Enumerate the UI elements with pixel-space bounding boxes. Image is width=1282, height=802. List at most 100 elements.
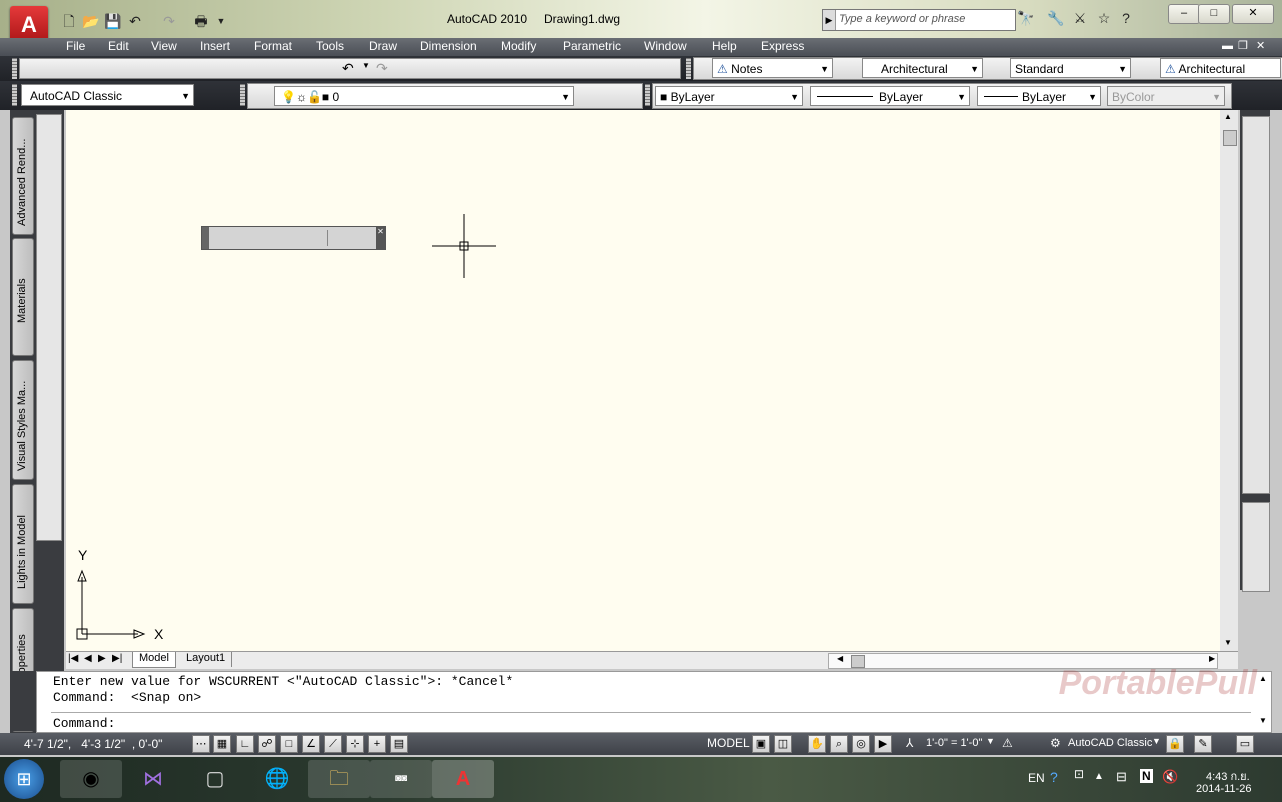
- showmotion-icon[interactable]: ▶: [874, 735, 892, 753]
- favorites-star-icon[interactable]: ☆: [1094, 10, 1114, 28]
- visual-studio-taskbar-icon[interactable]: ⋈: [122, 760, 184, 798]
- clock-date[interactable]: 2014-11-26: [1196, 783, 1251, 795]
- object-snap-icon[interactable]: □: [280, 735, 298, 753]
- start-button[interactable]: ⊞: [4, 759, 44, 799]
- doc-restore-button[interactable]: ❐: [1238, 38, 1248, 56]
- ortho-mode-icon[interactable]: ∟: [236, 735, 254, 753]
- menu-tools[interactable]: Tools: [316, 38, 344, 56]
- toolbar-grip[interactable]: [686, 58, 691, 79]
- media-app-taskbar-icon[interactable]: ◙◙: [370, 760, 432, 798]
- layer-select[interactable]: 💡☼🔓■ 0 ▼: [274, 86, 574, 106]
- subscription-center-icon[interactable]: 🔧: [1046, 10, 1066, 28]
- workspace-status[interactable]: AutoCAD Classic: [1068, 737, 1152, 749]
- polar-tracking-icon[interactable]: ☍: [258, 735, 276, 753]
- language-indicator[interactable]: EN: [1028, 771, 1045, 785]
- coordinates-display[interactable]: 4'-7 1/2", 4'-3 1/2" , 0'-0": [24, 737, 162, 751]
- linetype-select[interactable]: ByLayer ▼: [810, 86, 970, 106]
- minimize-button[interactable]: –: [1168, 4, 1200, 24]
- palette-titlebar[interactable]: [36, 114, 62, 541]
- autocad-taskbar-icon[interactable]: A: [432, 760, 494, 798]
- toolbar-grip[interactable]: [12, 84, 17, 106]
- tab-visual-styles[interactable]: Visual Styles Ma...: [12, 360, 34, 480]
- toolbar-grip[interactable]: [240, 84, 245, 106]
- chevron-down-icon[interactable]: ▼: [986, 736, 995, 746]
- tab-advanced-render[interactable]: Advanced Rend...: [12, 117, 34, 235]
- clean-screen-icon[interactable]: ▭: [1236, 735, 1254, 753]
- lineweight-select[interactable]: ByLayer ▼: [977, 86, 1101, 106]
- save-icon[interactable]: 💾: [104, 12, 122, 30]
- chevron-down-icon[interactable]: ▼: [1152, 736, 1161, 746]
- plot-icon[interactable]: 🖶: [192, 12, 210, 30]
- menu-parametric[interactable]: Parametric: [563, 38, 621, 56]
- tray-icon[interactable]: ⊡: [1074, 767, 1084, 781]
- redo-icon[interactable]: ↷: [160, 12, 178, 30]
- docked-toolbar[interactable]: [1242, 116, 1270, 494]
- communication-center-icon[interactable]: ⚔: [1070, 10, 1090, 28]
- undo-icon[interactable]: ↶: [342, 60, 354, 77]
- pan-icon[interactable]: ✋: [808, 735, 826, 753]
- menu-view[interactable]: View: [151, 38, 177, 56]
- menu-edit[interactable]: Edit: [108, 38, 129, 56]
- workspace-select[interactable]: AutoCAD Classic ▼: [21, 84, 194, 106]
- doc-close-button[interactable]: ✕: [1256, 38, 1265, 56]
- layout-icon[interactable]: ▣: [752, 735, 770, 753]
- vertical-scrollbar[interactable]: ▲ ▼: [1220, 110, 1238, 651]
- new-icon[interactable]: 🗋: [60, 12, 78, 30]
- close-icon[interactable]: ✕: [376, 227, 385, 249]
- scroll-thumb[interactable]: [851, 655, 865, 668]
- next-tab-icon[interactable]: ▶: [98, 653, 106, 664]
- n-app-icon[interactable]: N: [1140, 769, 1153, 783]
- scroll-up-icon[interactable]: ▲: [1259, 674, 1267, 683]
- menu-express[interactable]: Express: [761, 38, 804, 56]
- scroll-down-icon[interactable]: ▼: [1259, 716, 1267, 725]
- scroll-up-icon[interactable]: ▲: [1224, 112, 1232, 121]
- menu-dimension[interactable]: Dimension: [420, 38, 477, 56]
- dynamic-input-icon[interactable]: ⊹: [346, 735, 364, 753]
- binoculars-search-icon[interactable]: 🔭: [1016, 10, 1036, 28]
- show-hidden-icons-icon[interactable]: ▲: [1094, 771, 1104, 782]
- redo-icon[interactable]: ↷: [376, 60, 388, 77]
- command-prompt[interactable]: Command:: [53, 716, 115, 731]
- layouts-icon[interactable]: ◫: [774, 735, 792, 753]
- text-style-select[interactable]: ⚠ Notes ▼: [712, 58, 833, 78]
- dynamic-ucs-icon[interactable]: ⟋: [324, 735, 342, 753]
- scroll-left-icon[interactable]: ◀: [837, 654, 843, 663]
- steering-wheel-icon[interactable]: ◎: [852, 735, 870, 753]
- chrome-taskbar-icon[interactable]: ◉: [60, 760, 122, 798]
- search-expand-icon[interactable]: ▶: [823, 10, 836, 30]
- tab-layout1[interactable]: Layout1: [180, 652, 233, 667]
- toolbar-grip[interactable]: [645, 84, 650, 106]
- undo-icon[interactable]: ↶: [126, 12, 144, 30]
- undo-dropdown-icon[interactable]: ▼: [362, 61, 370, 70]
- menu-window[interactable]: Window: [644, 38, 687, 56]
- menu-modify[interactable]: Modify: [501, 38, 536, 56]
- menu-help[interactable]: Help: [712, 38, 737, 56]
- plotstyle-select[interactable]: ByColor ▼: [1107, 86, 1225, 106]
- lineweight-icon[interactable]: +: [368, 735, 386, 753]
- first-tab-icon[interactable]: |◀: [68, 653, 78, 664]
- doc-minimize-button[interactable]: ▬: [1222, 38, 1233, 56]
- quick-properties-icon[interactable]: ▤: [390, 735, 408, 753]
- zoom-icon[interactable]: ⌕: [830, 735, 848, 753]
- close-button[interactable]: ✕: [1232, 4, 1274, 24]
- open-icon[interactable]: 📂: [82, 12, 100, 30]
- window-taskbar-icon[interactable]: ▢: [184, 760, 246, 798]
- toolbar-lock-icon[interactable]: 🔒: [1166, 735, 1184, 753]
- explorer-taskbar-icon[interactable]: 🗀: [308, 760, 370, 798]
- toolbar-grip[interactable]: [202, 227, 209, 249]
- annotation-scale-select[interactable]: 1'-0" = 1'-0": [926, 737, 982, 749]
- toolbar-grip[interactable]: [12, 58, 17, 79]
- object-snap-tracking-icon[interactable]: ∠: [302, 735, 320, 753]
- menu-file[interactable]: File: [66, 38, 85, 56]
- hardware-acceleration-icon[interactable]: ✎: [1194, 735, 1212, 753]
- workspace-switch-icon[interactable]: ⚙: [1050, 736, 1061, 750]
- network-taskbar-icon[interactable]: 🌐: [246, 760, 308, 798]
- maximize-button[interactable]: □: [1198, 4, 1230, 24]
- annotation-visibility-icon[interactable]: ⚠: [1002, 736, 1013, 750]
- model-button[interactable]: MODEL: [707, 736, 750, 750]
- color-select[interactable]: ■ ByLayer ▼: [655, 86, 803, 106]
- prev-tab-icon[interactable]: ◀: [84, 653, 92, 664]
- dim-style-select[interactable]: Architectural ▼: [862, 58, 983, 78]
- drawing-canvas[interactable]: ✕ Y X: [66, 110, 1224, 651]
- quick-access-dropdown-icon[interactable]: ▼: [212, 12, 230, 30]
